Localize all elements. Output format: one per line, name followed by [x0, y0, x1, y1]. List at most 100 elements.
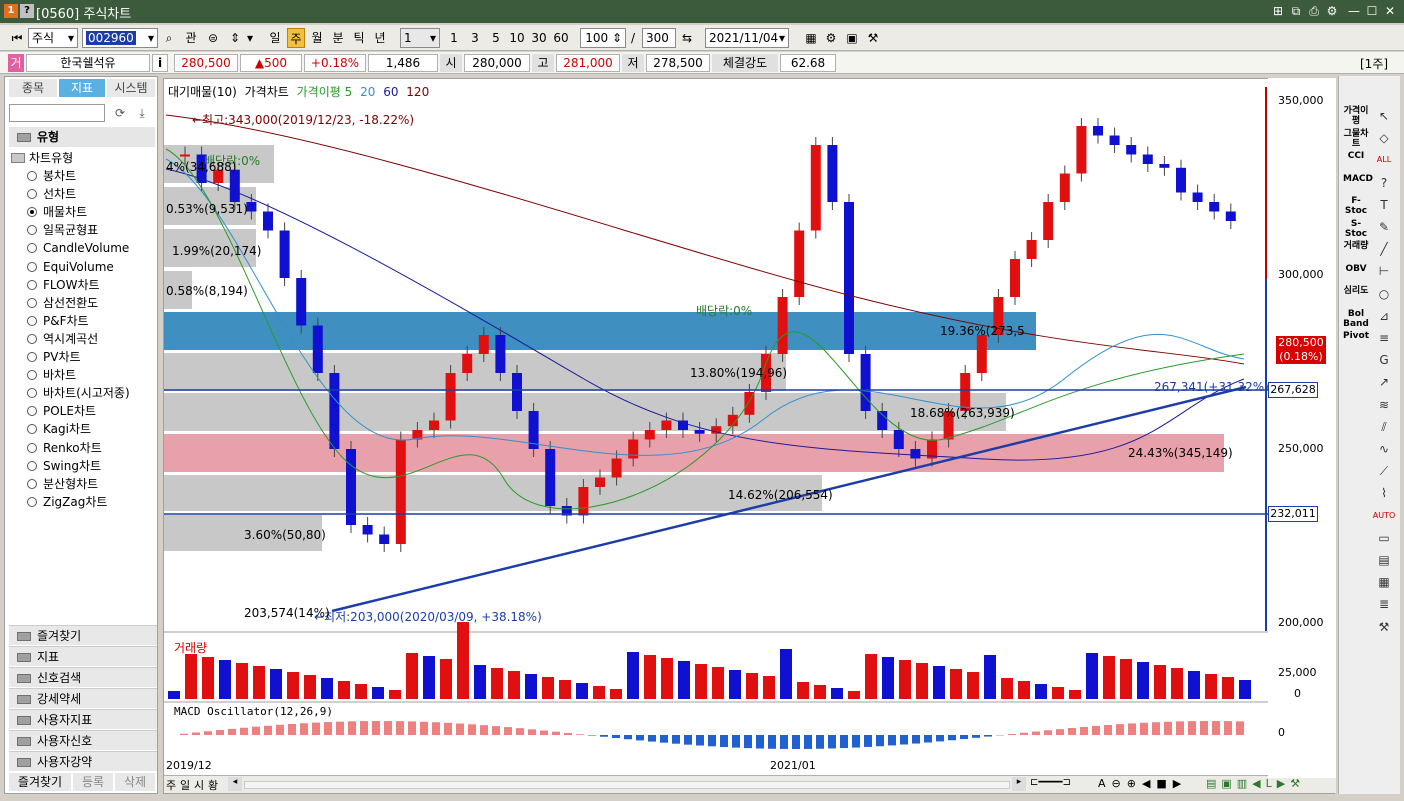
legend-item-4[interactable]: 60	[383, 85, 398, 99]
indicator-tool-10[interactable]: Pivot	[1343, 331, 1369, 341]
scroll-left-icon[interactable]: ◂	[228, 777, 242, 791]
chart-type-14[interactable]: Kagi차트	[27, 420, 91, 438]
tools-icon[interactable]: ⚒	[864, 28, 882, 48]
bottom-btn-2[interactable]: 시	[194, 777, 204, 793]
chart-type-3[interactable]: 일목균형표	[27, 221, 98, 239]
indicator-tool-0[interactable]: 가격이평	[1343, 106, 1369, 126]
chart-type-10[interactable]: PV차트	[27, 348, 81, 366]
drawing-tool-10-icon[interactable]: ≡	[1371, 328, 1397, 348]
code-input[interactable]: 002960 ▾	[82, 28, 158, 48]
tab-indicators[interactable]: 지표	[59, 79, 105, 97]
chart-type-6[interactable]: FLOW차트	[27, 276, 100, 294]
drawing-tool-6-icon[interactable]: ╱	[1371, 239, 1397, 259]
period-day[interactable]: 일	[266, 28, 284, 48]
link-icon[interactable]: ⧉	[1288, 3, 1304, 19]
radio-icon[interactable]	[27, 478, 37, 489]
quick-3[interactable]: 3	[466, 28, 484, 48]
radio-icon[interactable]	[27, 171, 37, 181]
indicator-tool-3[interactable]: MACD	[1343, 174, 1373, 184]
legend-item-1[interactable]: 가격차트	[245, 85, 289, 99]
indicator-tool-5[interactable]: S-Stoc	[1343, 219, 1369, 239]
quick-10[interactable]: 10	[507, 28, 527, 48]
drawing-tool-9-icon[interactable]: ⊿	[1371, 306, 1397, 326]
bottom-btn-3[interactable]: 황	[208, 777, 218, 793]
config-icon[interactable]: ⚙	[822, 28, 840, 48]
bottom-tab-delete[interactable]: 삭제	[115, 773, 155, 791]
drawing-tool-15-icon[interactable]: ∿	[1371, 439, 1397, 459]
drawing-tool-0-icon[interactable]: ↖	[1371, 106, 1397, 126]
drawing-tool-13-icon[interactable]: ≋	[1371, 395, 1397, 415]
period-month[interactable]: 월	[308, 28, 326, 48]
first-icon[interactable]: ⏮	[8, 28, 26, 48]
quick-1[interactable]: 1	[445, 28, 463, 48]
radio-icon[interactable]	[27, 243, 37, 254]
nav-controls[interactable]: A⊖⊕◀■▶	[1098, 777, 1187, 790]
group-5[interactable]: 사용자신호	[9, 730, 157, 750]
radio-icon[interactable]	[27, 297, 37, 308]
help-badge[interactable]: ?	[20, 4, 34, 18]
indicator-tool-7[interactable]: OBV	[1343, 264, 1369, 274]
drawing-tool-21-icon[interactable]: ▦	[1371, 572, 1397, 592]
indicator-tool-6[interactable]: 거래량	[1343, 241, 1369, 251]
quick-60[interactable]: 60	[551, 28, 571, 48]
drawing-tool-8-icon[interactable]: ○	[1371, 284, 1397, 304]
bottom-btn-1[interactable]: 일	[180, 777, 190, 793]
chart-area[interactable]: ←최고:343,000(2019/12/23, -18.22%) ←최저:203,…	[163, 78, 1336, 794]
group-0[interactable]: 즐겨찾기	[9, 625, 157, 645]
download-icon[interactable]: ⤓	[133, 104, 151, 122]
search-icon[interactable]: ⌕	[160, 28, 178, 48]
total-input[interactable]: 300	[642, 28, 676, 48]
chart-type-12[interactable]: 바차트(시고저종)	[27, 384, 130, 402]
radio-icon[interactable]	[27, 406, 37, 417]
drawing-tool-18-icon[interactable]: AUTO	[1371, 506, 1397, 526]
app-badge[interactable]: 1	[4, 4, 18, 18]
indicator-tool-2[interactable]: CCI	[1343, 151, 1369, 161]
drawing-tool-12-icon[interactable]: ↗	[1371, 372, 1397, 392]
drawing-tool-7-icon[interactable]: ⊢	[1371, 261, 1397, 281]
chart-type-13[interactable]: POLE차트	[27, 402, 96, 420]
radio-icon[interactable]	[27, 315, 37, 326]
chart-type-15[interactable]: Renko차트	[27, 439, 102, 457]
sync-icon[interactable]: ⊜	[204, 28, 222, 48]
market-select[interactable]: 주식 ▾	[28, 28, 78, 48]
layout-icon[interactable]: ▦	[802, 28, 820, 48]
drawing-tool-16-icon[interactable]: ⟋	[1371, 461, 1397, 481]
chart-type-18[interactable]: ZigZag차트	[27, 493, 107, 511]
radio-icon[interactable]	[27, 388, 37, 399]
close-icon[interactable]: ✕	[1382, 3, 1398, 19]
period-year[interactable]: 년	[371, 28, 389, 48]
legend-item-2[interactable]: 가격이평 5	[297, 85, 353, 99]
tab-system[interactable]: 시스템	[107, 79, 155, 97]
info-icon[interactable]: i	[152, 54, 168, 72]
settings-icon[interactable]: ⚙	[1324, 3, 1340, 19]
count-input[interactable]: 100 ⇕	[580, 28, 626, 48]
radio-icon[interactable]	[27, 207, 37, 218]
indicator-search-input[interactable]	[9, 104, 105, 122]
radio-icon[interactable]	[27, 496, 37, 507]
indicator-tool-1[interactable]: 그물차트	[1343, 129, 1369, 149]
drawing-tool-4-icon[interactable]: T	[1371, 195, 1397, 215]
legend-item-3[interactable]: 20	[360, 85, 375, 99]
drawing-tool-14-icon[interactable]: ⫽	[1371, 417, 1397, 437]
interval-select[interactable]: 1 ▾	[400, 28, 440, 48]
indicator-tool-4[interactable]: F-Stoc	[1343, 196, 1369, 216]
radio-icon[interactable]	[27, 225, 37, 236]
drawing-tool-20-icon[interactable]: ▤	[1371, 550, 1397, 570]
scroll-right-icon[interactable]: ▸	[1012, 777, 1026, 791]
period-minute[interactable]: 분	[329, 28, 347, 48]
drawing-tool-11-icon[interactable]: G	[1371, 350, 1397, 370]
group-6[interactable]: 사용자강약	[9, 751, 157, 771]
updown-icon[interactable]: ⇕	[226, 28, 244, 48]
chart-type-11[interactable]: 바차트	[27, 366, 76, 384]
print-icon[interactable]: ⎙	[1306, 3, 1322, 19]
refresh-icon[interactable]: ⇆	[678, 28, 696, 48]
dock-icon[interactable]: ⊞	[1270, 3, 1286, 19]
save-icon[interactable]: ▣	[843, 28, 861, 48]
bottom-btn-0[interactable]: 주	[166, 777, 176, 793]
chart-type-2[interactable]: 매물차트	[27, 203, 87, 221]
drawing-tool-5-icon[interactable]: ✎	[1371, 217, 1397, 237]
chart-type-5[interactable]: EquiVolume	[27, 258, 114, 276]
chart-type-9[interactable]: 역시계곡선	[27, 330, 98, 348]
quick-5[interactable]: 5	[487, 28, 505, 48]
radio-icon[interactable]	[27, 189, 37, 200]
